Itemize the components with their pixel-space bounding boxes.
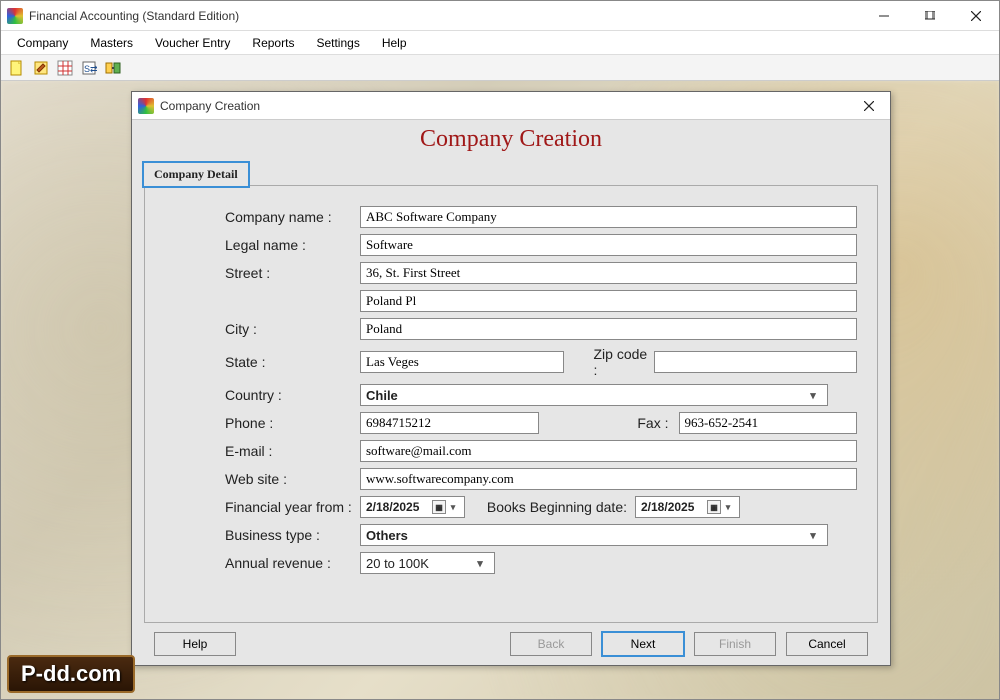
calendar-icon: ▦ [432, 500, 446, 514]
back-button[interactable]: Back [510, 632, 592, 656]
annual-revenue-value: 20 to 100K [366, 556, 471, 571]
tab-company-detail[interactable]: Company Detail [143, 162, 249, 187]
chevron-down-icon: ▾ [447, 502, 459, 513]
state-field[interactable] [360, 351, 564, 373]
app-icon [7, 8, 23, 24]
calendar-icon: ▦ [707, 500, 721, 514]
label-business-type: Business type : [225, 527, 360, 543]
help-button[interactable]: Help [154, 632, 236, 656]
grid-icon [57, 60, 73, 76]
toolbar-new-button[interactable] [7, 58, 27, 78]
toolbar-link-button[interactable] [103, 58, 123, 78]
minimize-icon [879, 11, 889, 21]
titlebar: Financial Accounting (Standard Edition) [1, 1, 999, 31]
fax-field[interactable] [679, 412, 858, 434]
link-icon [105, 60, 121, 76]
dialog-button-bar: Help Back Next Finish Cancel [132, 623, 890, 665]
label-books-begin: Books Beginning date: [465, 499, 635, 515]
country-value: Chile [366, 388, 804, 403]
label-website: Web site : [225, 471, 360, 487]
street2-field[interactable] [360, 290, 857, 312]
company-name-field[interactable] [360, 206, 857, 228]
menu-masters[interactable]: Masters [80, 34, 143, 52]
label-street: Street : [225, 265, 360, 281]
dialog-titlebar: Company Creation [132, 92, 890, 120]
close-icon [971, 11, 981, 21]
maximize-icon [925, 11, 935, 21]
chevron-down-icon: ▾ [804, 389, 822, 402]
maximize-button[interactable] [907, 1, 953, 30]
label-phone: Phone : [225, 415, 360, 431]
workspace: Company Creation Company Creation Compan… [1, 81, 999, 699]
close-icon [864, 101, 874, 111]
country-dropdown[interactable]: Chile ▾ [360, 384, 828, 406]
label-legal-name: Legal name : [225, 237, 360, 253]
dialog-close-button[interactable] [854, 95, 884, 117]
books-begin-date-picker[interactable]: 2/18/2025 ▦ ▾ [635, 496, 740, 518]
tab-panel: Company name : Legal name : Street : [144, 185, 878, 623]
minimize-button[interactable] [861, 1, 907, 30]
menu-settings[interactable]: Settings [306, 34, 369, 52]
city-field[interactable] [360, 318, 857, 340]
chevron-down-icon: ▾ [804, 529, 822, 542]
app-title: Financial Accounting (Standard Edition) [29, 9, 861, 23]
website-field[interactable] [360, 468, 857, 490]
label-annual-revenue: Annual revenue : [225, 555, 360, 571]
dialog-title: Company Creation [160, 99, 854, 113]
label-city: City : [225, 321, 360, 337]
toolbar: S⇄ [1, 55, 999, 81]
label-zip: Zip code : [564, 346, 654, 378]
chevron-down-icon: ▾ [722, 502, 734, 513]
label-email: E-mail : [225, 443, 360, 459]
label-state: State : [225, 354, 360, 370]
toolbar-crossref-button[interactable]: S⇄ [79, 58, 99, 78]
cancel-button[interactable]: Cancel [786, 632, 868, 656]
menu-company[interactable]: Company [7, 34, 78, 52]
phone-field[interactable] [360, 412, 539, 434]
menu-help[interactable]: Help [372, 34, 417, 52]
toolbar-edit-button[interactable] [31, 58, 51, 78]
zip-field[interactable] [654, 351, 858, 373]
watermark: P-dd.com [7, 655, 135, 693]
menu-voucher-entry[interactable]: Voucher Entry [145, 34, 240, 52]
label-fax: Fax : [539, 415, 679, 431]
menu-reports[interactable]: Reports [242, 34, 304, 52]
books-begin-value: 2/18/2025 [641, 500, 706, 514]
label-country: Country : [225, 387, 360, 403]
label-fin-year: Financial year from : [225, 499, 360, 515]
main-window: Financial Accounting (Standard Edition) … [0, 0, 1000, 700]
window-controls [861, 1, 999, 30]
company-creation-dialog: Company Creation Company Creation Compan… [131, 91, 891, 666]
toolbar-grid-button[interactable] [55, 58, 75, 78]
new-file-icon [9, 60, 25, 76]
next-button[interactable]: Next [602, 632, 684, 656]
annual-revenue-dropdown[interactable]: 20 to 100K ▾ [360, 552, 495, 574]
label-company-name: Company name : [225, 209, 360, 225]
business-type-value: Others [366, 528, 804, 543]
chevron-down-icon: ▾ [471, 557, 489, 570]
legal-name-field[interactable] [360, 234, 857, 256]
street1-field[interactable] [360, 262, 857, 284]
svg-text:S⇄: S⇄ [84, 64, 97, 74]
menubar: Company Masters Voucher Entry Reports Se… [1, 31, 999, 55]
finish-button[interactable]: Finish [694, 632, 776, 656]
crossref-icon: S⇄ [81, 60, 97, 76]
edit-icon [33, 60, 49, 76]
tab-container: Company Detail Company name : Legal name… [144, 163, 878, 623]
close-button[interactable] [953, 1, 999, 30]
fin-year-date-picker[interactable]: 2/18/2025 ▦ ▾ [360, 496, 465, 518]
business-type-dropdown[interactable]: Others ▾ [360, 524, 828, 546]
email-field[interactable] [360, 440, 857, 462]
fin-year-value: 2/18/2025 [366, 500, 431, 514]
dialog-icon [138, 98, 154, 114]
dialog-heading: Company Creation [132, 120, 890, 163]
